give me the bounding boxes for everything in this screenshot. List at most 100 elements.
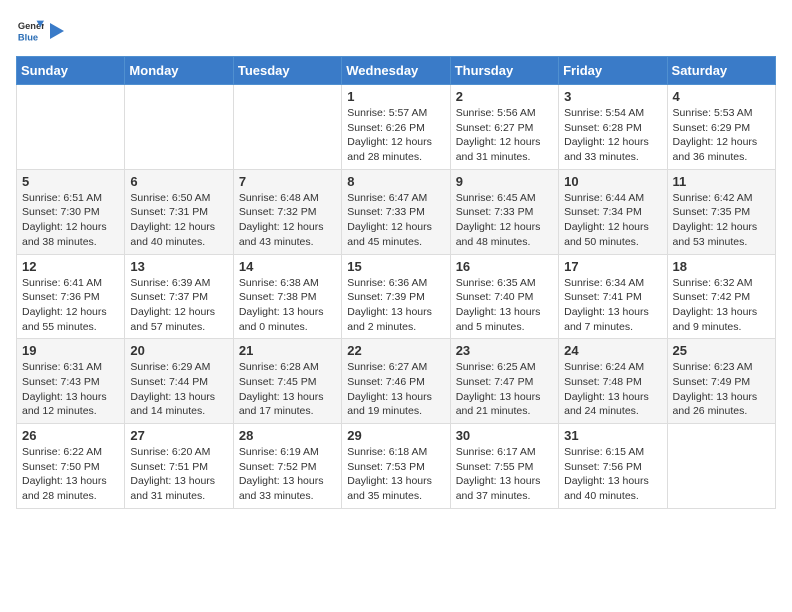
calendar-cell: 9Sunrise: 6:45 AM Sunset: 7:33 PM Daylig… xyxy=(450,169,558,254)
day-number: 20 xyxy=(130,343,227,358)
calendar-cell: 12 Sunrise: 6:41 AM Sunset: 7:36 PM Dayli… xyxy=(17,254,125,339)
day-info: Sunrise: 6:42 AM Sunset: 7:35 PM Dayligh… xyxy=(673,191,770,250)
calendar-cell: 29Sunrise: 6:18 AM Sunset: 7:53 PM Dayli… xyxy=(342,424,450,509)
calendar-cell xyxy=(667,424,775,509)
calendar-week-row: 12 Sunrise: 6:41 AM Sunset: 7:36 PM Dayli… xyxy=(17,254,776,339)
day-number: 7 xyxy=(239,174,336,189)
day-info: Sunrise: 6:32 AM Sunset: 7:42 PM Dayligh… xyxy=(673,276,770,335)
calendar-cell: 19Sunrise: 6:31 AM Sunset: 7:43 PM Dayli… xyxy=(17,339,125,424)
day-info: Sunrise: 6:22 AM Sunset: 7:50 PM Dayligh… xyxy=(22,445,119,504)
day-header-sunday: Sunday xyxy=(17,57,125,85)
calendar-cell: 26 Sunrise: 6:22 AM Sunset: 7:50 PM Dayli… xyxy=(17,424,125,509)
day-number: 16 xyxy=(456,259,553,274)
day-number: 26 xyxy=(22,428,119,443)
day-info: Sunrise: 6:25 AM Sunset: 7:47 PM Dayligh… xyxy=(456,360,553,419)
calendar-cell: 4 Sunrise: 5:53 AM Sunset: 6:29 PM Daylig… xyxy=(667,85,775,170)
day-info: Sunrise: 5:54 AM Sunset: 6:28 PM Dayligh… xyxy=(564,106,661,165)
day-info: Sunrise: 6:31 AM Sunset: 7:43 PM Dayligh… xyxy=(22,360,119,419)
calendar-week-row: 1Sunrise: 5:57 AM Sunset: 6:26 PM Daylig… xyxy=(17,85,776,170)
day-header-monday: Monday xyxy=(125,57,233,85)
calendar-cell: 17 Sunrise: 6:34 AM Sunset: 7:41 PM Dayli… xyxy=(559,254,667,339)
day-number: 6 xyxy=(130,174,227,189)
day-number: 27 xyxy=(130,428,227,443)
calendar-week-row: 19Sunrise: 6:31 AM Sunset: 7:43 PM Dayli… xyxy=(17,339,776,424)
day-number: 12 xyxy=(22,259,119,274)
day-number: 14 xyxy=(239,259,336,274)
calendar-cell: 1Sunrise: 5:57 AM Sunset: 6:26 PM Daylig… xyxy=(342,85,450,170)
calendar-cell: 15 Sunrise: 6:36 AM Sunset: 7:39 PM Dayli… xyxy=(342,254,450,339)
calendar-cell: 31Sunrise: 6:15 AM Sunset: 7:56 PM Dayli… xyxy=(559,424,667,509)
day-number: 17 xyxy=(564,259,661,274)
calendar-cell: 14 Sunrise: 6:38 AM Sunset: 7:38 PM Dayli… xyxy=(233,254,341,339)
calendar-cell: 24 Sunrise: 6:24 AM Sunset: 7:48 PM Dayli… xyxy=(559,339,667,424)
day-number: 18 xyxy=(673,259,770,274)
logo: General Blue xyxy=(16,16,64,44)
logo-icon: General Blue xyxy=(16,16,44,44)
calendar-cell: 21 Sunrise: 6:28 AM Sunset: 7:45 PM Dayli… xyxy=(233,339,341,424)
calendar-cell: 16 Sunrise: 6:35 AM Sunset: 7:40 PM Dayli… xyxy=(450,254,558,339)
calendar-cell: 2 Sunrise: 5:56 AM Sunset: 6:27 PM Daylig… xyxy=(450,85,558,170)
day-info: Sunrise: 6:47 AM Sunset: 7:33 PM Dayligh… xyxy=(347,191,444,250)
day-info: Sunrise: 6:51 AM Sunset: 7:30 PM Dayligh… xyxy=(22,191,119,250)
day-info: Sunrise: 6:41 AM Sunset: 7:36 PM Dayligh… xyxy=(22,276,119,335)
day-info: Sunrise: 6:24 AM Sunset: 7:48 PM Dayligh… xyxy=(564,360,661,419)
day-number: 4 xyxy=(673,89,770,104)
day-info: Sunrise: 6:28 AM Sunset: 7:45 PM Dayligh… xyxy=(239,360,336,419)
day-number: 24 xyxy=(564,343,661,358)
day-info: Sunrise: 6:36 AM Sunset: 7:39 PM Dayligh… xyxy=(347,276,444,335)
day-number: 28 xyxy=(239,428,336,443)
calendar-cell: 27 Sunrise: 6:20 AM Sunset: 7:51 PM Dayli… xyxy=(125,424,233,509)
calendar-cell: 20Sunrise: 6:29 AM Sunset: 7:44 PM Dayli… xyxy=(125,339,233,424)
calendar-cell: 22Sunrise: 6:27 AM Sunset: 7:46 PM Dayli… xyxy=(342,339,450,424)
calendar-cell: 10 Sunrise: 6:44 AM Sunset: 7:34 PM Dayli… xyxy=(559,169,667,254)
day-info: Sunrise: 6:38 AM Sunset: 7:38 PM Dayligh… xyxy=(239,276,336,335)
day-number: 31 xyxy=(564,428,661,443)
day-info: Sunrise: 6:35 AM Sunset: 7:40 PM Dayligh… xyxy=(456,276,553,335)
calendar-cell: 28 Sunrise: 6:19 AM Sunset: 7:52 PM Dayli… xyxy=(233,424,341,509)
calendar-week-row: 26 Sunrise: 6:22 AM Sunset: 7:50 PM Dayli… xyxy=(17,424,776,509)
calendar-cell: 7Sunrise: 6:48 AM Sunset: 7:32 PM Daylig… xyxy=(233,169,341,254)
calendar-week-row: 5 Sunrise: 6:51 AM Sunset: 7:30 PM Daylig… xyxy=(17,169,776,254)
calendar-cell: 5 Sunrise: 6:51 AM Sunset: 7:30 PM Daylig… xyxy=(17,169,125,254)
day-info: Sunrise: 6:23 AM Sunset: 7:49 PM Dayligh… xyxy=(673,360,770,419)
calendar-cell xyxy=(17,85,125,170)
svg-text:Blue: Blue xyxy=(18,32,38,42)
day-number: 29 xyxy=(347,428,444,443)
day-header-wednesday: Wednesday xyxy=(342,57,450,85)
calendar-cell xyxy=(233,85,341,170)
calendar-cell: 30Sunrise: 6:17 AM Sunset: 7:55 PM Dayli… xyxy=(450,424,558,509)
day-number: 15 xyxy=(347,259,444,274)
day-header-saturday: Saturday xyxy=(667,57,775,85)
day-number: 30 xyxy=(456,428,553,443)
day-info: Sunrise: 5:56 AM Sunset: 6:27 PM Dayligh… xyxy=(456,106,553,165)
calendar-cell: 23 Sunrise: 6:25 AM Sunset: 7:47 PM Dayli… xyxy=(450,339,558,424)
calendar-cell: 3 Sunrise: 5:54 AM Sunset: 6:28 PM Daylig… xyxy=(559,85,667,170)
day-number: 5 xyxy=(22,174,119,189)
calendar-cell: 11 Sunrise: 6:42 AM Sunset: 7:35 PM Dayli… xyxy=(667,169,775,254)
day-info: Sunrise: 6:20 AM Sunset: 7:51 PM Dayligh… xyxy=(130,445,227,504)
day-header-tuesday: Tuesday xyxy=(233,57,341,85)
day-header-friday: Friday xyxy=(559,57,667,85)
day-info: Sunrise: 6:44 AM Sunset: 7:34 PM Dayligh… xyxy=(564,191,661,250)
day-number: 11 xyxy=(673,174,770,189)
logo-arrow-icon xyxy=(50,21,64,41)
calendar-cell: 13Sunrise: 6:39 AM Sunset: 7:37 PM Dayli… xyxy=(125,254,233,339)
calendar-header-row: SundayMondayTuesdayWednesdayThursdayFrid… xyxy=(17,57,776,85)
day-info: Sunrise: 6:19 AM Sunset: 7:52 PM Dayligh… xyxy=(239,445,336,504)
day-info: Sunrise: 6:39 AM Sunset: 7:37 PM Dayligh… xyxy=(130,276,227,335)
day-number: 8 xyxy=(347,174,444,189)
day-info: Sunrise: 6:27 AM Sunset: 7:46 PM Dayligh… xyxy=(347,360,444,419)
day-number: 23 xyxy=(456,343,553,358)
calendar-cell: 6Sunrise: 6:50 AM Sunset: 7:31 PM Daylig… xyxy=(125,169,233,254)
page-header: General Blue xyxy=(16,16,776,44)
calendar: SundayMondayTuesdayWednesdayThursdayFrid… xyxy=(16,56,776,509)
day-number: 1 xyxy=(347,89,444,104)
day-number: 10 xyxy=(564,174,661,189)
day-info: Sunrise: 5:53 AM Sunset: 6:29 PM Dayligh… xyxy=(673,106,770,165)
day-number: 21 xyxy=(239,343,336,358)
day-number: 3 xyxy=(564,89,661,104)
day-number: 2 xyxy=(456,89,553,104)
calendar-cell: 18 Sunrise: 6:32 AM Sunset: 7:42 PM Dayli… xyxy=(667,254,775,339)
calendar-cell xyxy=(125,85,233,170)
day-info: Sunrise: 6:34 AM Sunset: 7:41 PM Dayligh… xyxy=(564,276,661,335)
